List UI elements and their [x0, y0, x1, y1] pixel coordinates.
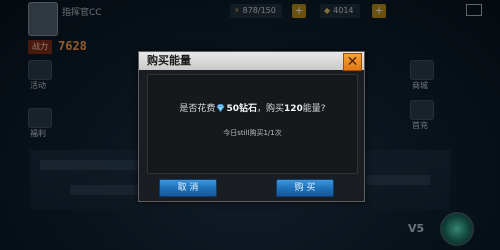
daily-limit: 今日still购买1/1次 — [223, 129, 282, 137]
question-middle: ，购买 — [256, 104, 284, 114]
cost-amount: 50钻石 — [226, 104, 257, 114]
question-prefix: 是否花费 — [179, 104, 216, 114]
close-button[interactable]: ✕ — [343, 53, 362, 71]
cancel-button[interactable]: 取 消 — [159, 179, 217, 197]
purchase-question: 是否花费 50钻石，购买120能量? — [148, 101, 357, 114]
dialog-header: 购买能量 ✕ — [139, 52, 364, 71]
dialog-body: 是否花费 50钻石，购买120能量? 今日still购买1/1次 — [147, 74, 358, 174]
dialog-title: 购买能量 — [147, 54, 191, 67]
energy-amount: 120 — [283, 104, 303, 114]
diamond-icon — [216, 104, 225, 112]
buy-button[interactable]: 购 买 — [276, 179, 334, 197]
question-suffix: 能量? — [302, 104, 326, 114]
buy-energy-dialog: 购买能量 ✕ 是否花费 50钻石，购买120能量? 今日still购买1/1次 取… — [138, 51, 365, 202]
